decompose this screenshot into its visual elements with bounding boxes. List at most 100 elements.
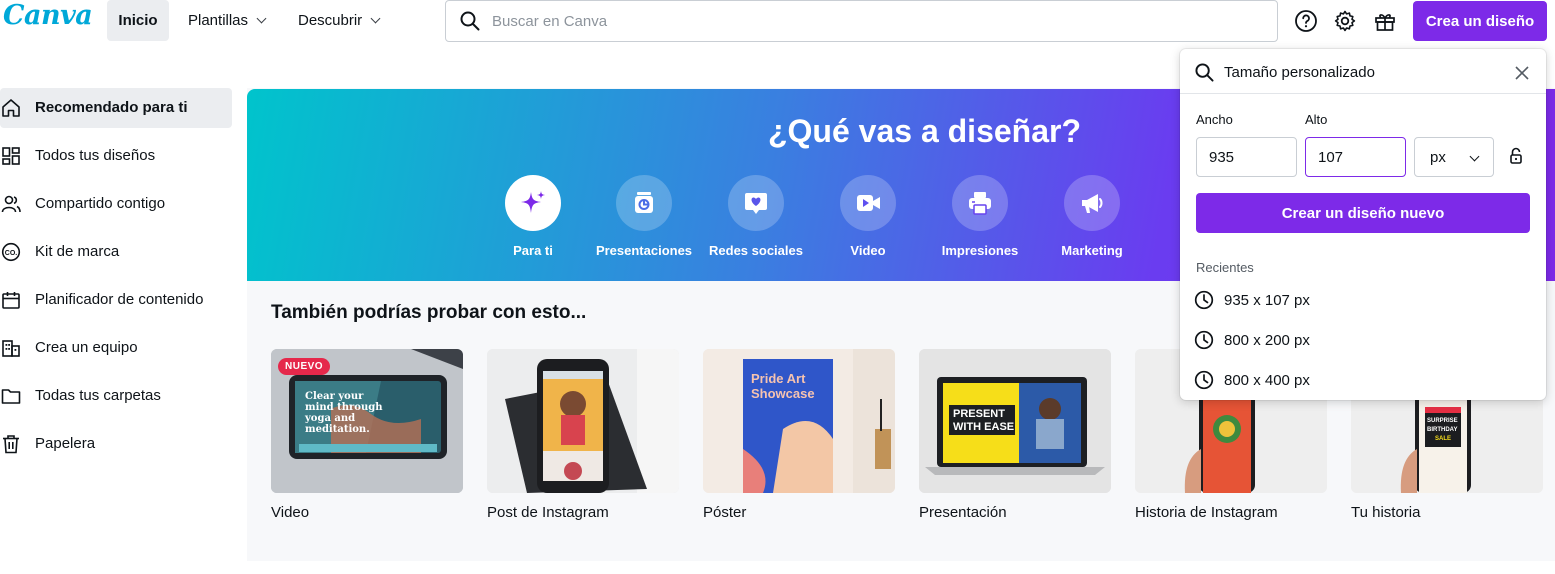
sidebar-item-label: Planificador de contenido <box>35 291 204 308</box>
custom-size-popover: Tamaño personalizado Ancho Alto px Crear… <box>1180 49 1546 400</box>
svg-text:CO.: CO. <box>5 250 18 257</box>
sidebar-item-todos-tus-disenos[interactable]: Todos tus diseños <box>0 136 232 176</box>
sparkle-icon <box>521 191 545 213</box>
gift-button[interactable] <box>1371 7 1399 35</box>
height-input[interactable] <box>1305 137 1406 177</box>
nav-inicio-label: Inicio <box>118 12 158 29</box>
card-thumbnail: Pride Art Showcase <box>703 349 895 493</box>
recent-item-label: 800 x 400 px <box>1224 371 1310 389</box>
nav-descubrir[interactable]: Descubrir <box>286 0 391 41</box>
video-camera-icon <box>857 195 880 211</box>
category-redes-sociales[interactable]: Redes sociales <box>700 175 812 258</box>
sidebar-item-label: Recomendado para ti <box>35 99 188 116</box>
grid-icon <box>2 147 20 165</box>
svg-text:meditation.: meditation. <box>305 424 370 435</box>
help-button[interactable] <box>1292 7 1320 35</box>
canva-logo[interactable]: Canva <box>3 0 93 31</box>
suggestion-card-presentation[interactable]: PRESENT WITH EASE Presentación <box>919 349 1111 521</box>
sidebar-item-crea-un-equipo[interactable]: Crea un equipo <box>0 328 232 368</box>
category-circle <box>616 175 672 231</box>
presentation-icon <box>635 192 653 213</box>
clock-icon <box>1194 370 1214 390</box>
nav-inicio[interactable]: Inicio <box>107 0 169 41</box>
poster-thumbnail-graphic: Pride Art Showcase <box>703 349 895 493</box>
trash-icon <box>3 435 19 454</box>
custom-size-search[interactable]: Tamaño personalizado <box>1180 49 1546 94</box>
home-icon <box>2 99 20 117</box>
recents-title: Recientes <box>1196 260 1254 275</box>
nav-plantillas[interactable]: Plantillas <box>176 0 277 41</box>
gift-icon <box>1375 14 1395 31</box>
suggestion-card-poster[interactable]: Pride Art Showcase Póster <box>703 349 895 521</box>
card-label: Tu historia <box>1351 504 1421 521</box>
help-icon <box>1295 10 1317 32</box>
settings-button[interactable] <box>1331 7 1359 35</box>
svg-text:mind through: mind through <box>305 402 383 413</box>
search-icon <box>1195 63 1214 82</box>
recent-item[interactable]: 800 x 200 px <box>1194 325 1310 355</box>
recent-item[interactable]: 935 x 107 px <box>1194 285 1310 315</box>
search-icon <box>460 11 480 31</box>
category-label: Marketing <box>1061 243 1123 258</box>
suggestion-card-instagram-post[interactable]: Post de Instagram <box>487 349 679 521</box>
card-thumbnail: PRESENT WITH EASE <box>919 349 1111 493</box>
sidebar-item-kit-de-marca[interactable]: CO. Kit de marca <box>0 232 232 272</box>
sidebar-item-label: Kit de marca <box>35 243 120 260</box>
svg-text:Pride Art: Pride Art <box>751 371 806 386</box>
recent-item[interactable]: 800 x 400 px <box>1194 365 1310 395</box>
sidebar-item-planificador[interactable]: Planificador de contenido <box>0 280 232 320</box>
sidebar-item-carpetas[interactable]: Todas tus carpetas <box>0 376 232 416</box>
recent-item-label: 935 x 107 px <box>1224 291 1310 309</box>
search-bar[interactable] <box>445 0 1278 42</box>
create-design-button[interactable]: Crea un diseño <box>1413 1 1547 41</box>
category-presentaciones[interactable]: Presentaciones <box>588 175 700 258</box>
sidebar-item-label: Todas tus carpetas <box>35 387 161 404</box>
chevron-down-icon <box>1469 151 1480 162</box>
category-circle <box>505 175 561 231</box>
search-input[interactable] <box>492 12 1192 30</box>
card-label: Video <box>271 504 310 521</box>
category-label: Impresiones <box>941 243 1019 258</box>
sidebar-item-label: Compartido contigo <box>35 195 166 212</box>
top-bar: Canva Inicio Plantillas Descubrir Buscar… <box>0 0 1555 42</box>
category-circle <box>1064 175 1120 231</box>
svg-text:SURPRISE: SURPRISE <box>1427 418 1458 424</box>
team-icon <box>2 340 20 357</box>
category-para-ti[interactable]: Para ti <box>477 175 589 258</box>
folder-icon <box>1 389 21 404</box>
width-input[interactable] <box>1196 137 1297 177</box>
custom-size-search-text: Tamaño personalizado <box>1224 64 1375 81</box>
unit-select-value: px <box>1430 148 1446 166</box>
chevron-down-icon <box>256 13 267 24</box>
instagram-post-thumbnail-graphic <box>487 349 679 493</box>
category-marketing[interactable]: Marketing <box>1036 175 1148 258</box>
calendar-icon <box>2 292 20 309</box>
svg-text:Clear your: Clear your <box>305 391 364 402</box>
clock-icon <box>1194 290 1214 310</box>
sidebar-item-papelera[interactable]: Papelera <box>0 424 232 464</box>
category-circle <box>728 175 784 231</box>
create-new-design-button[interactable]: Crear un diseño nuevo <box>1196 193 1530 233</box>
sidebar-item-label: Crea un equipo <box>35 339 138 356</box>
nav-descubrir-label: Descubrir <box>298 12 363 29</box>
sidebar-item-compartido[interactable]: Compartido contigo <box>0 184 232 224</box>
category-impresiones[interactable]: Impresiones <box>924 175 1036 258</box>
brand-kit-icon: CO. <box>1 242 21 262</box>
heart-chat-icon <box>745 193 767 214</box>
suggestion-card-video[interactable]: Clear your mind through yoga and meditat… <box>271 349 463 521</box>
category-video[interactable]: Video <box>812 175 924 258</box>
sidebar-item-label: Todos tus diseños <box>35 147 156 164</box>
unit-select[interactable]: px <box>1414 137 1494 177</box>
svg-text:BIRTHDAY: BIRTHDAY <box>1427 427 1457 433</box>
nav-plantillas-label: Plantillas <box>188 12 249 29</box>
width-label: Ancho <box>1196 112 1233 127</box>
clock-icon <box>1194 330 1214 350</box>
svg-text:WITH EASE: WITH EASE <box>953 421 1014 433</box>
category-circle <box>952 175 1008 231</box>
sidebar-item-recomendado[interactable]: Recomendado para ti <box>0 88 232 128</box>
lock-icon[interactable] <box>1509 147 1523 165</box>
people-icon <box>1 195 21 213</box>
sidebar-item-label: Papelera <box>35 435 96 452</box>
category-circle <box>840 175 896 231</box>
close-icon[interactable] <box>1515 66 1529 80</box>
